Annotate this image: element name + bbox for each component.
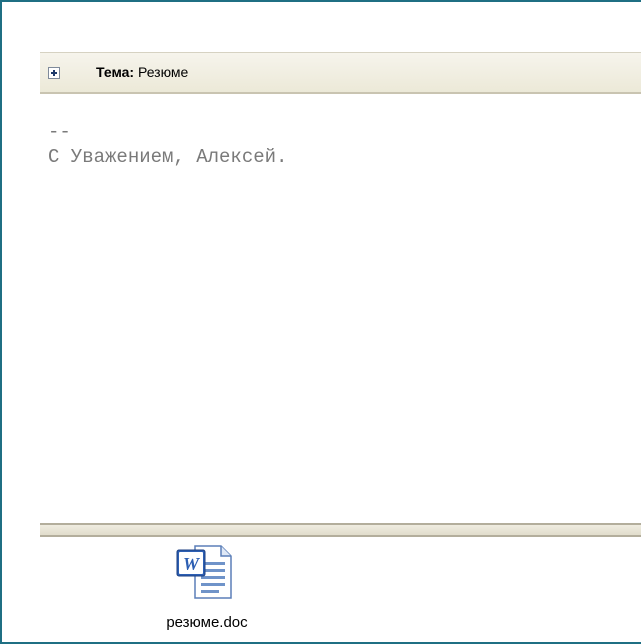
- attachment-name: резюме.doc: [166, 614, 248, 631]
- signature-separator: --: [48, 121, 71, 143]
- svg-text:W: W: [183, 554, 201, 574]
- message-body[interactable]: -- С Уважением, Алексей.: [48, 120, 287, 170]
- subject-header: Тема: Резюме: [40, 52, 641, 94]
- signature-line: С Уважением, Алексей.: [48, 146, 288, 168]
- attachment-item[interactable]: W резюме.doc: [132, 542, 282, 638]
- expand-header-button[interactable]: [48, 67, 60, 79]
- attachments-divider[interactable]: [40, 523, 641, 537]
- subject-label: Тема:: [96, 64, 135, 80]
- subject-line: Тема: Резюме: [96, 64, 188, 80]
- subject-value: Резюме: [137, 64, 189, 80]
- message-window: Тема: Резюме -- С Уважением, Алексей. W р…: [0, 0, 641, 644]
- word-document-icon: W: [176, 545, 232, 599]
